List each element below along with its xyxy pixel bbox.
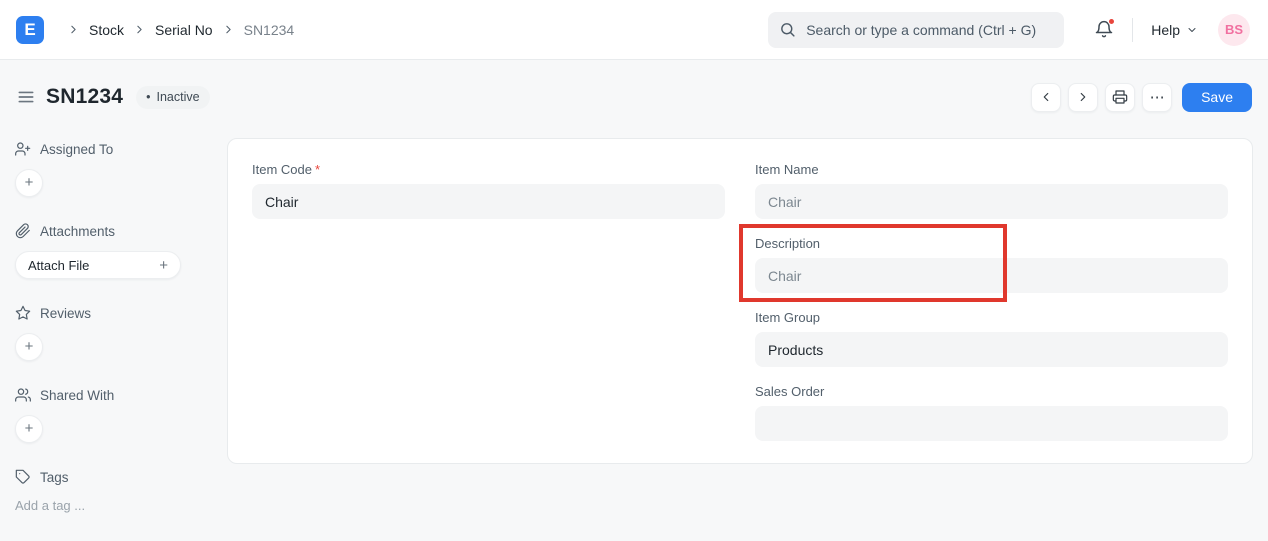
- form-column-right: Item Name Description Item Group Sales O…: [755, 162, 1228, 441]
- shared-with-section: Shared With +: [15, 387, 211, 443]
- reviews-header[interactable]: Reviews: [15, 305, 211, 321]
- chevron-right-icon: [222, 23, 235, 36]
- attachments-section: Attachments Attach File +: [15, 223, 211, 279]
- item-group-label: Item Group: [755, 310, 821, 325]
- printer-icon: [1112, 89, 1128, 105]
- attach-file-label: Attach File: [28, 257, 90, 273]
- reviews-section: Reviews +: [15, 305, 211, 361]
- save-button[interactable]: Save: [1182, 82, 1252, 112]
- tag-icon: [15, 469, 31, 485]
- item-code-input[interactable]: [252, 184, 725, 219]
- app-logo[interactable]: E: [16, 15, 44, 44]
- next-document-button[interactable]: [1068, 82, 1099, 112]
- status-label: Inactive: [156, 89, 200, 104]
- tags-label: Tags: [40, 469, 69, 485]
- breadcrumb-stock[interactable]: Stock: [89, 22, 124, 38]
- head-actions: ⋯ Save: [1031, 82, 1252, 112]
- page-head: SN1234 • Inactive ⋯ Save: [0, 61, 1268, 133]
- paperclip-icon: [15, 223, 31, 239]
- add-tag-input[interactable]: [15, 498, 175, 513]
- plus-icon: +: [159, 256, 168, 274]
- tags-header: Tags: [15, 469, 211, 485]
- navbar-divider: [1132, 17, 1134, 42]
- assigned-to-label: Assigned To: [40, 141, 114, 157]
- add-share-button[interactable]: +: [15, 415, 43, 443]
- chevron-right-icon: [67, 23, 80, 36]
- shared-with-header[interactable]: Shared With: [15, 387, 211, 403]
- add-assignment-button[interactable]: +: [15, 169, 43, 197]
- attach-file-button[interactable]: Attach File +: [15, 251, 181, 279]
- add-review-button[interactable]: +: [15, 333, 43, 361]
- search-input[interactable]: [804, 20, 1054, 39]
- chevron-right-icon: [1076, 90, 1090, 104]
- item-name-input[interactable]: [755, 184, 1228, 219]
- users-icon: [15, 387, 31, 403]
- search-icon: [779, 21, 796, 38]
- global-search[interactable]: [768, 11, 1065, 48]
- description-input[interactable]: [755, 258, 1228, 293]
- chevron-left-icon: [1039, 90, 1053, 104]
- breadcrumb-current: SN1234: [243, 21, 295, 38]
- sales-order-label: Sales Order: [755, 384, 825, 399]
- user-plus-icon: [15, 141, 31, 157]
- page-title: SN1234: [46, 85, 124, 108]
- shared-with-label: Shared With: [40, 387, 115, 403]
- form-card: Item Code * Item Name Description Item G…: [227, 138, 1253, 464]
- breadcrumb: Stock Serial No SN1234: [58, 22, 294, 38]
- sales-order-input[interactable]: [755, 406, 1228, 441]
- breadcrumb-serial-no[interactable]: Serial No: [155, 22, 213, 38]
- item-code-label: Item Code: [252, 162, 312, 177]
- assigned-to-header[interactable]: Assigned To: [15, 141, 211, 157]
- field-item-name: Item Name: [755, 162, 1228, 219]
- form-column-left: Item Code *: [252, 162, 725, 440]
- navbar-right: Help BS: [768, 11, 1250, 48]
- tags-section: Tags: [15, 469, 211, 515]
- field-item-code: Item Code *: [252, 162, 725, 219]
- notifications-button[interactable]: [1094, 17, 1116, 40]
- previous-document-button[interactable]: [1031, 82, 1062, 112]
- help-label: Help: [1151, 21, 1180, 38]
- menu-button[interactable]: ⋯: [1142, 82, 1173, 112]
- required-marker: *: [314, 162, 321, 177]
- reviews-label: Reviews: [40, 305, 92, 321]
- navbar: E Stock Serial No SN1234 He: [0, 0, 1268, 60]
- user-avatar[interactable]: BS: [1218, 13, 1250, 46]
- print-button[interactable]: [1105, 82, 1136, 112]
- ellipsis-icon: ⋯: [1149, 89, 1165, 106]
- star-icon: [15, 305, 31, 321]
- field-item-group: Item Group: [755, 310, 1228, 367]
- item-group-input[interactable]: [755, 332, 1228, 367]
- chevron-down-icon: [1186, 24, 1198, 36]
- help-menu[interactable]: Help: [1151, 22, 1198, 38]
- sidebar-toggle-button[interactable]: [16, 87, 36, 107]
- attachments-label: Attachments: [40, 223, 116, 239]
- item-name-label: Item Name: [755, 162, 819, 177]
- field-sales-order: Sales Order: [755, 384, 1228, 441]
- notification-dot: [1108, 17, 1116, 25]
- chevron-right-icon: [133, 23, 146, 36]
- attachments-header[interactable]: Attachments: [15, 223, 211, 239]
- status-badge: • Inactive: [136, 85, 210, 109]
- assigned-to-section: Assigned To +: [15, 141, 211, 197]
- description-label: Description: [755, 236, 821, 251]
- status-dot: •: [146, 89, 151, 104]
- field-description: Description: [755, 236, 1228, 293]
